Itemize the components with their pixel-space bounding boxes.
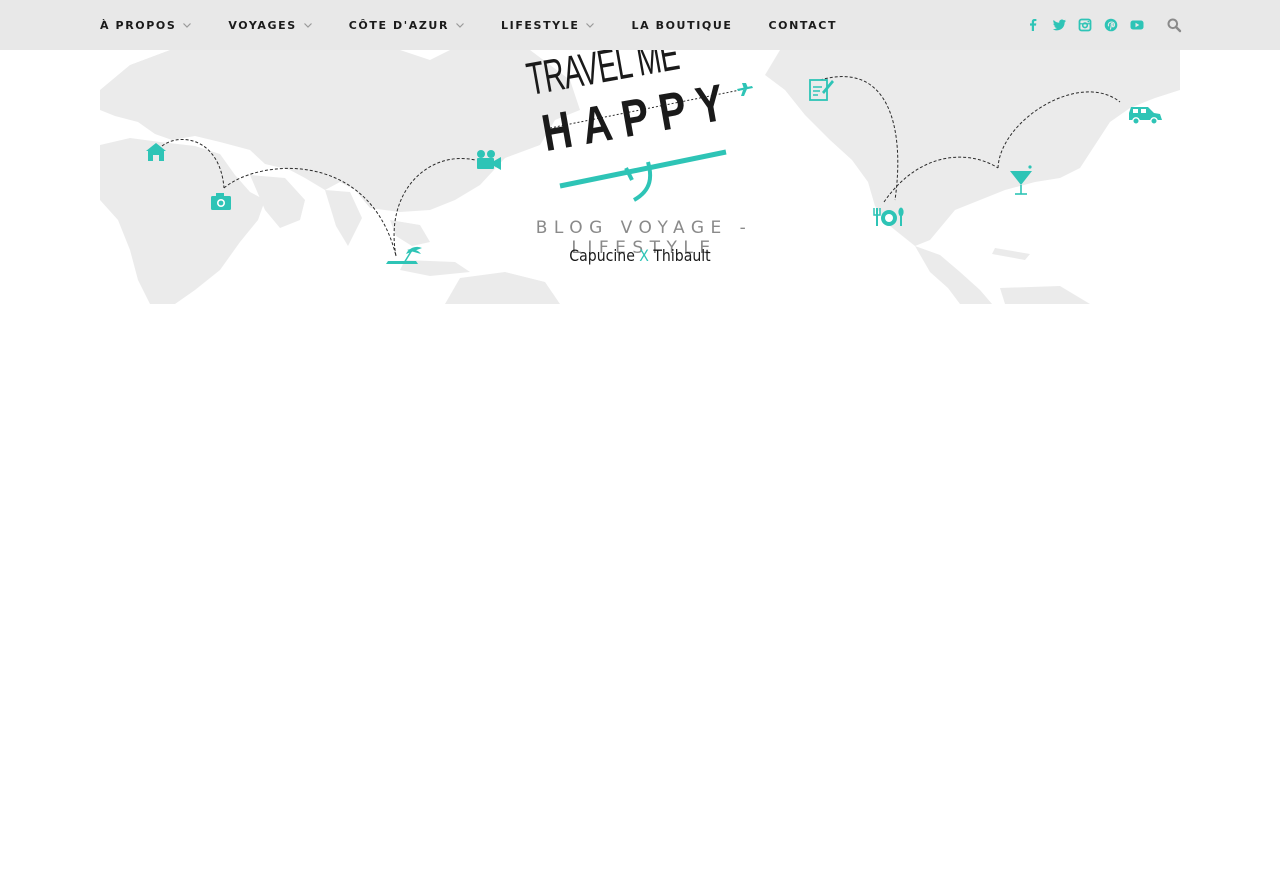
instagram-icon[interactable]	[1077, 17, 1093, 33]
car-icon	[1129, 107, 1162, 125]
nav-item-a-propos[interactable]: À PROPOS	[100, 19, 192, 32]
nav-item-label: VOYAGES	[228, 18, 297, 32]
social-links	[1025, 0, 1155, 50]
header-banner[interactable]: TRAVEL ME HAPPY BLOG VOYAGE - LIFESTYLE …	[100, 50, 1180, 304]
search-icon[interactable]	[1166, 17, 1182, 33]
top-navigation-bar: À PROPOS VOYAGES CÔTE D'AZUR LIFESTYLE L…	[0, 0, 1280, 50]
author-name: Capucine	[569, 246, 635, 265]
nav-item-contact[interactable]: CONTACT	[768, 19, 837, 32]
main-menu: À PROPOS VOYAGES CÔTE D'AZUR LIFESTYLE L…	[100, 0, 873, 50]
nav-item-voyages[interactable]: VOYAGES	[228, 19, 312, 32]
twitter-icon[interactable]	[1051, 17, 1067, 33]
nav-item-label: À PROPOS	[100, 18, 177, 32]
chevron-down-icon	[586, 23, 595, 28]
nav-item-lifestyle[interactable]: LIFESTYLE	[501, 19, 595, 32]
nav-item-label: CONTACT	[768, 18, 838, 32]
chevron-down-icon	[456, 23, 464, 28]
chevron-down-icon	[183, 23, 192, 28]
plane-icon	[737, 83, 753, 96]
nav-item-la-boutique[interactable]: LA BOUTIQUE	[631, 19, 732, 32]
pinterest-icon[interactable]	[1103, 17, 1119, 33]
nav-item-label: CÔTE D'AZUR	[348, 18, 450, 32]
nav-item-label: LA BOUTIQUE	[631, 18, 733, 32]
logo-smile	[559, 149, 727, 202]
author-name: Thibault	[653, 246, 711, 265]
youtube-icon[interactable]	[1129, 17, 1145, 33]
chevron-down-icon	[303, 23, 312, 28]
author-separator: X	[639, 246, 649, 265]
nav-item-cote-dazur[interactable]: CÔTE D'AZUR	[349, 19, 465, 32]
site-authors: Capucine X Thibault	[534, 246, 745, 265]
facebook-icon[interactable]	[1025, 17, 1041, 33]
nav-item-label: LIFESTYLE	[501, 18, 580, 32]
